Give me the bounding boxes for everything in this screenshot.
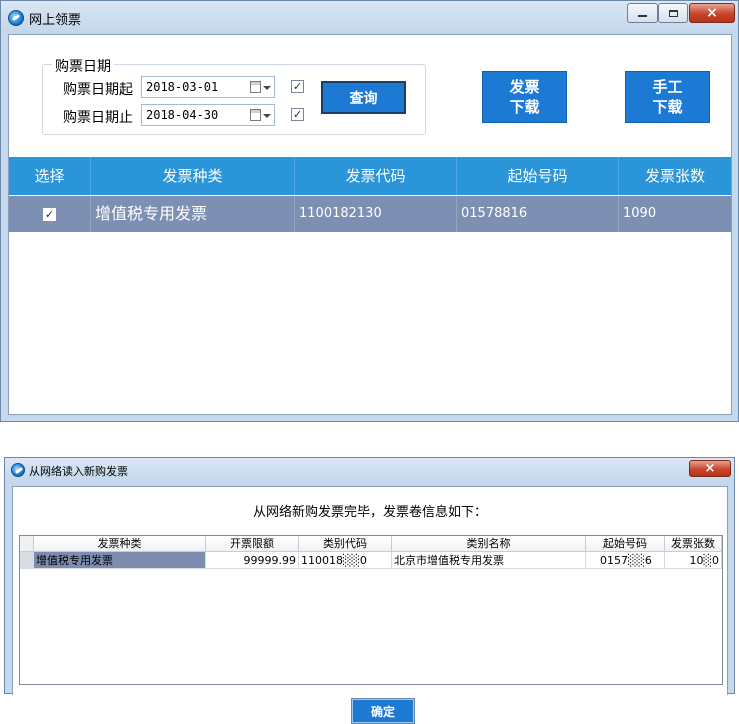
- start-date-checkbox[interactable]: ✓: [291, 80, 304, 93]
- row-header-corner: [20, 536, 34, 552]
- table-row[interactable]: ✓ 增值税专用发票 1100182130 01578816 1090: [9, 196, 731, 232]
- dropdown-arrow-icon[interactable]: [263, 114, 271, 118]
- calendar-icon[interactable]: [250, 81, 261, 93]
- dialog-title: 从网络读入新购发票: [29, 465, 128, 478]
- row-type-cell: 增值税专用发票: [34, 552, 206, 569]
- close-button[interactable]: ×: [689, 3, 735, 23]
- confirm-button[interactable]: 确定: [351, 698, 415, 724]
- invoice-download-button[interactable]: 发票 下载: [482, 71, 567, 123]
- invoice-download-line1: 发票: [509, 78, 540, 96]
- close-icon: ×: [706, 5, 718, 21]
- end-date-picker[interactable]: 2018-04-30: [141, 104, 275, 126]
- group-legend: 购票日期: [52, 56, 114, 76]
- app-icon: [11, 463, 25, 477]
- invoice-table-header: 选择 发票种类 发票代码 起始号码 发票张数: [9, 157, 731, 195]
- row-type-cell: 增值税专用发票: [91, 196, 295, 232]
- completion-message: 从网络新购发票完毕，发票卷信息如下：: [252, 505, 487, 520]
- row-limit-cell: 99999.99: [206, 552, 299, 569]
- end-date-checkbox[interactable]: ✓: [291, 108, 304, 121]
- query-button[interactable]: 查询: [321, 81, 406, 114]
- manual-download-line1: 手工: [652, 78, 683, 96]
- dialog-title-bar[interactable]: 从网络读入新购发票 ×: [5, 458, 734, 484]
- checkbox-icon[interactable]: ✓: [43, 207, 56, 221]
- invoice-roll-table: 发票种类 开票限额 类别代码 类别名称 起始号码 发票张数 增值税专用发票 99…: [19, 535, 723, 685]
- invoice-download-line2: 下载: [509, 98, 540, 116]
- end-date-label: 购票日期止: [63, 110, 133, 126]
- row-count-cell: 1090: [623, 206, 657, 221]
- row-category-code-cell: 110018░░0: [299, 552, 392, 569]
- maximize-icon: [668, 9, 678, 17]
- manual-download-line2: 下载: [652, 98, 683, 116]
- column-header-category-code[interactable]: 类别代码: [299, 536, 392, 552]
- column-header-limit[interactable]: 开票限额: [206, 536, 299, 552]
- minimize-button[interactable]: [627, 3, 658, 23]
- calendar-icon[interactable]: [250, 109, 261, 121]
- row-header-cell[interactable]: [20, 552, 34, 569]
- close-icon: ×: [704, 461, 716, 476]
- column-header-type[interactable]: 发票种类: [34, 536, 206, 552]
- title-bar[interactable]: 网上领票 ×: [1, 1, 738, 33]
- start-date-label: 购票日期起: [63, 82, 133, 98]
- dropdown-arrow-icon[interactable]: [263, 86, 271, 90]
- column-header-start-no[interactable]: 起始号码: [457, 157, 619, 195]
- manual-download-button[interactable]: 手工 下载: [625, 71, 710, 123]
- row-start-no-cell: 0157░░6: [586, 552, 665, 569]
- main-panel: 购票日期 购票日期起 2018-03-01 ✓ 购票日期止 2018-04-30…: [8, 34, 732, 415]
- column-header-count[interactable]: 发票张数: [665, 536, 722, 552]
- column-header-category-name[interactable]: 类别名称: [392, 536, 586, 552]
- column-header-start-no[interactable]: 起始号码: [586, 536, 665, 552]
- network-read-dialog: 从网络读入新购发票 × 从网络新购发票完毕，发票卷信息如下： 发票种类 开票限额…: [4, 457, 735, 724]
- app-icon: [8, 10, 24, 26]
- table-row[interactable]: 增值税专用发票 99999.99 110018░░0 北京市增值税专用发票 01…: [20, 552, 722, 569]
- row-start-no-cell: 01578816: [457, 196, 619, 232]
- row-count-cell: 10░0: [665, 552, 722, 569]
- column-header-type[interactable]: 发票种类: [91, 157, 295, 195]
- end-date-value: 2018-04-30: [146, 108, 219, 122]
- dialog-panel: 从网络新购发票完毕，发票卷信息如下： 发票种类 开票限额 类别代码 类别名称 起…: [12, 486, 728, 724]
- column-header-select[interactable]: 选择: [9, 157, 91, 195]
- window-title: 网上领票: [29, 13, 82, 28]
- row-category-name-cell: 北京市增值税专用发票: [392, 552, 586, 569]
- row-code-cell: 1100182130: [295, 196, 457, 232]
- online-ticket-window: 网上领票 × 购票日期 购票日期起 2018-03-01 ✓ 购票日期止 201…: [0, 0, 739, 422]
- start-date-picker[interactable]: 2018-03-01: [141, 76, 275, 98]
- dialog-close-button[interactable]: ×: [689, 460, 731, 477]
- minimize-icon: [638, 15, 647, 17]
- row-select-cell[interactable]: ✓: [9, 196, 91, 232]
- column-header-code[interactable]: 发票代码: [295, 157, 457, 195]
- maximize-button[interactable]: [658, 3, 688, 23]
- invoice-roll-table-header: 发票种类 开票限额 类别代码 类别名称 起始号码 发票张数: [20, 536, 722, 552]
- start-date-value: 2018-03-01: [146, 80, 219, 94]
- column-header-count[interactable]: 发票张数: [619, 157, 731, 195]
